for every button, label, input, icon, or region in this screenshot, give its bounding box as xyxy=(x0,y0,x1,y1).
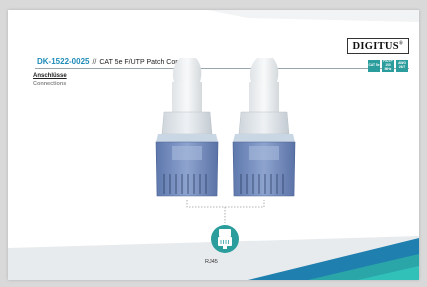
connectors-illustration xyxy=(155,58,296,253)
datasheet-page: DIGITUS® DK-1522-0025//CAT 5e F/UTP Patc… xyxy=(8,10,419,280)
rj45-plug-icon xyxy=(211,225,239,253)
right-rj45-connector xyxy=(232,58,296,197)
rj45-label: RJ45 xyxy=(205,259,218,265)
left-rj45-connector xyxy=(155,58,219,197)
connection-bracket xyxy=(186,200,265,223)
